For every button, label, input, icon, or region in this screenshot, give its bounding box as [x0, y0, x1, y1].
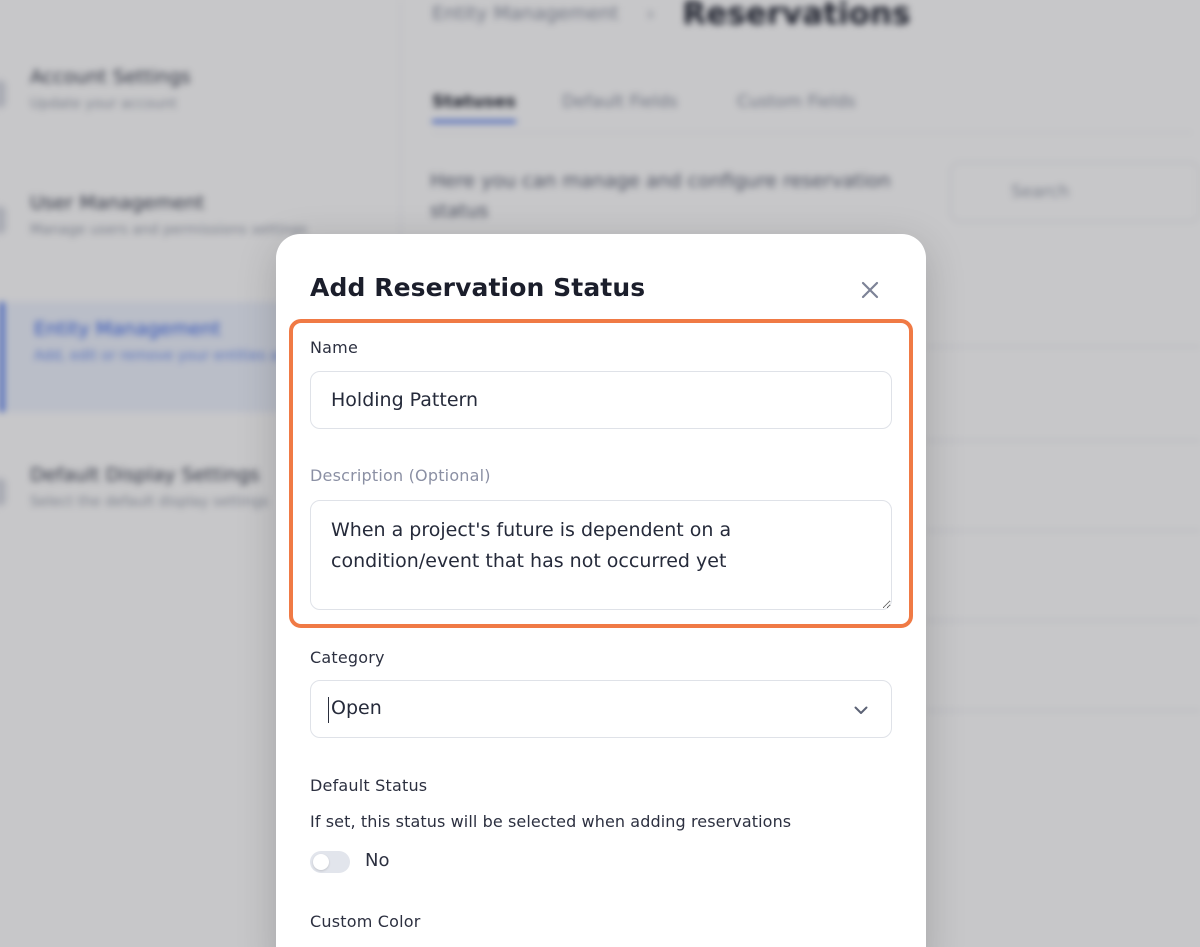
- close-button[interactable]: [854, 274, 886, 306]
- category-select[interactable]: Open: [310, 680, 892, 738]
- text-cursor: [328, 697, 329, 723]
- close-icon: [861, 281, 879, 299]
- chevron-down-icon: [854, 706, 868, 714]
- description-label: Description (Optional): [310, 466, 491, 485]
- name-label: Name: [310, 338, 359, 357]
- name-input[interactable]: [310, 371, 892, 429]
- default-status-label: Default Status: [310, 776, 428, 795]
- add-reservation-status-dialog: Add Reservation Status Name Description …: [276, 234, 926, 947]
- description-textarea[interactable]: When a project's future is dependent on …: [310, 500, 892, 610]
- default-status-helper-text: If set, this status will be selected whe…: [310, 812, 792, 831]
- dialog-title: Add Reservation Status: [310, 273, 646, 302]
- category-label: Category: [310, 648, 385, 667]
- default-status-toggle-label: No: [365, 850, 390, 871]
- toggle-knob: [313, 854, 329, 870]
- default-status-toggle[interactable]: [310, 851, 350, 873]
- category-selected-value: Open: [331, 697, 382, 719]
- custom-color-label: Custom Color: [310, 912, 421, 931]
